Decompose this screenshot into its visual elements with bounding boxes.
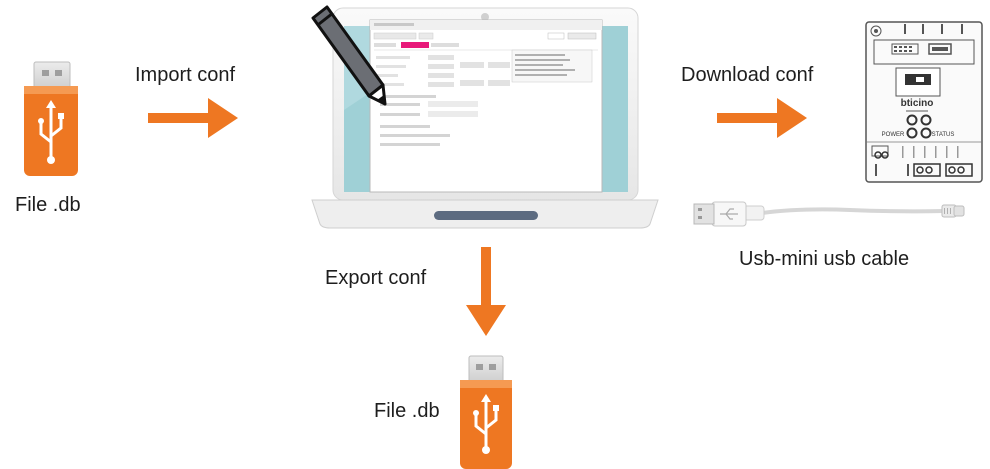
download-conf-label: Download conf [681,64,814,86]
export-arrow-icon [466,247,506,336]
device-status-label: STATUS [932,132,955,138]
device-power-label: POWER [882,132,905,138]
export-conf-label: Export conf [325,267,427,289]
usb-cable-label: Usb-mini usb cable [739,248,910,270]
device-module-icon: bticino POWER STATUS [865,21,983,183]
file-db-bottom-label: File .db [374,400,440,422]
device-brand: bticino [901,98,934,109]
usb-cable-icon [693,201,965,227]
usb-stick-icon [460,355,512,469]
usb-stick-icon [24,61,78,176]
download-arrow-icon [717,98,807,138]
import-conf-label: Import conf [135,64,236,86]
file-db-left-label: File .db [15,194,81,216]
import-arrow-icon [148,98,238,138]
laptop-icon [311,7,659,229]
